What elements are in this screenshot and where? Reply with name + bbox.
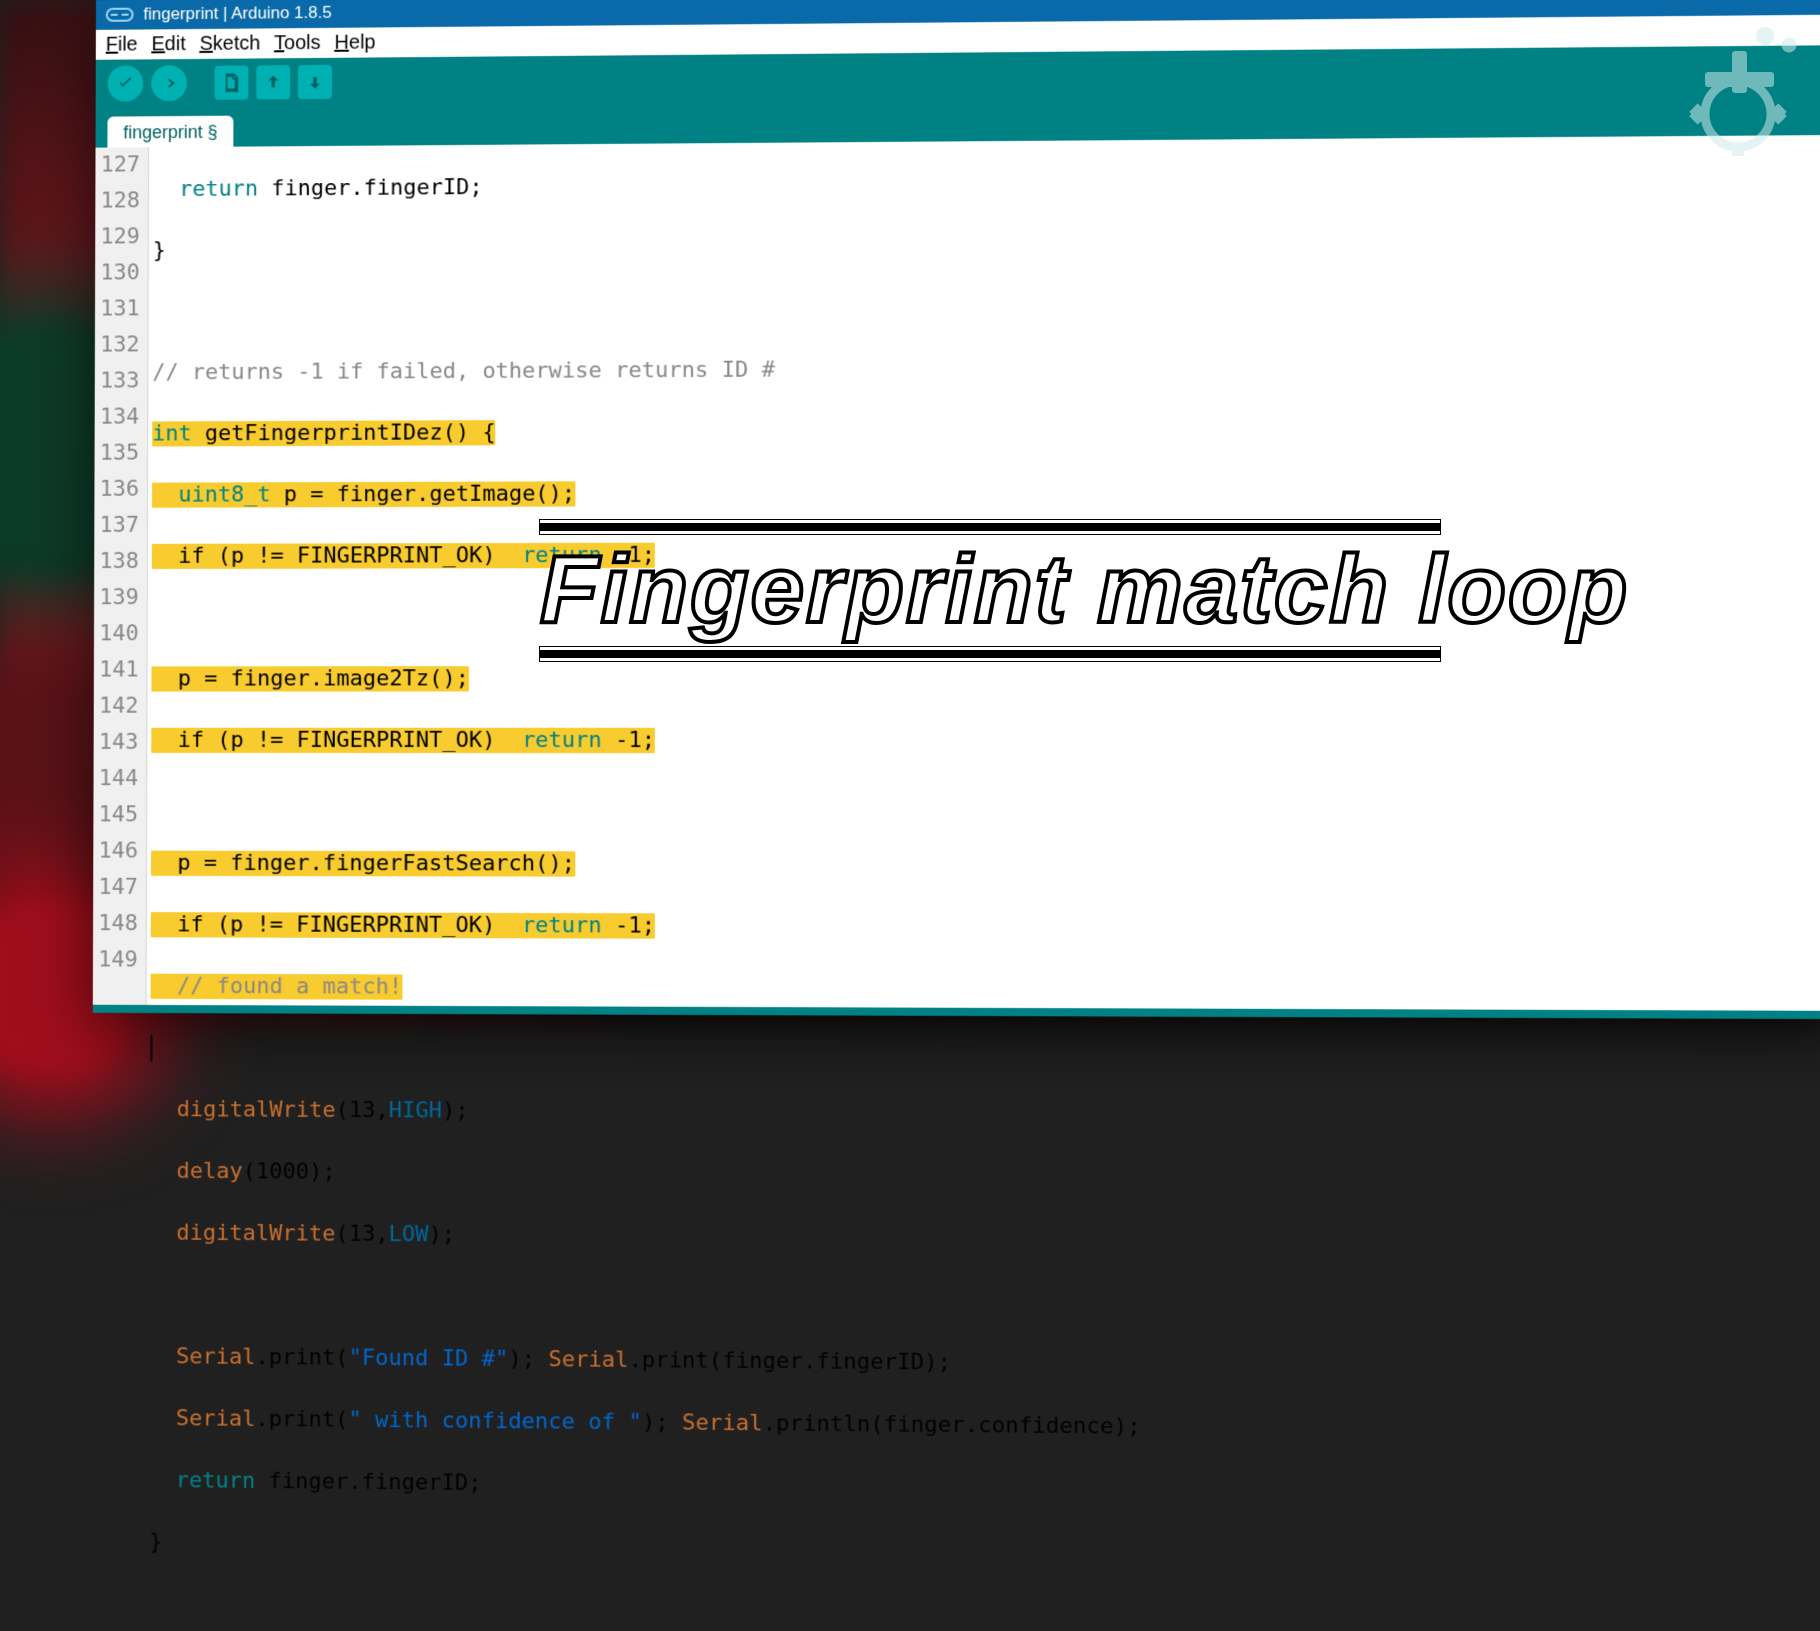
code-line: } [149,1524,1820,1578]
code-line: if (p != FINGERPRINT_OK) return -1; [152,535,1820,575]
tab-fingerprint[interactable]: fingerprint § [107,116,233,148]
code-line: digitalWrite(13,HIGH); [150,1092,1820,1137]
code-line: p = finger.fingerFastSearch(); [151,846,1820,886]
check-icon [115,73,135,93]
menu-file[interactable]: File [106,33,138,56]
code-line [152,285,1820,330]
menu-tools[interactable]: Tools [274,31,320,54]
open-sketch-button[interactable] [256,65,290,99]
code-line: p = finger.image2Tz(); [151,660,1820,698]
code-line: // found a match! [151,969,1820,1011]
arduino-logo-icon [106,8,134,22]
code-line [151,784,1820,822]
arrow-right-icon [159,73,179,93]
code-line: delay(1000); [150,1153,1820,1199]
text-cursor [150,1035,152,1061]
menu-sketch[interactable]: Sketch [200,32,261,55]
arrow-up-icon [263,72,283,92]
new-sketch-button[interactable] [215,66,249,100]
code-line: } [153,223,1820,269]
arduino-ide-window: fingerprint | Arduino 1.8.5 File Edit Sk… [93,0,1820,1019]
code-line: Serial.print("Found ID #"); Serial.print… [150,1339,1820,1389]
code-line: if (p != FINGERPRINT_OK) return -1; [151,723,1820,760]
code-line: Serial.print(" with confidence of "); Se… [149,1401,1820,1453]
code-line [150,1030,1820,1074]
arrow-down-icon [305,72,325,92]
code-line: uint8_t p = finger.getImage(); [152,472,1820,513]
menu-help[interactable]: Help [335,31,376,54]
code-area[interactable]: return finger.fingerID; } // returns -1 … [147,135,1820,1011]
upload-button[interactable] [151,65,187,101]
window-title: fingerprint | Arduino 1.8.5 [143,3,331,25]
code-line: return finger.fingerID; [153,160,1820,208]
file-icon [222,73,242,93]
save-sketch-button[interactable] [298,65,332,99]
code-line: // returns -1 if failed, otherwise retur… [152,347,1820,391]
verify-button[interactable] [108,65,144,101]
code-line: int getFingerprintIDez() { [152,410,1820,453]
code-line: digitalWrite(13,LOW); [150,1215,1820,1263]
code-line [152,597,1820,636]
code-editor[interactable]: 127 128 129 130 131 132 133 134 135 136 … [93,135,1820,1011]
code-line: return finger.fingerID; [149,1463,1820,1516]
code-line: if (p != FINGERPRINT_OK) return -1; [151,907,1820,948]
code-line [150,1277,1820,1326]
menu-edit[interactable]: Edit [151,33,185,56]
line-number-gutter: 127 128 129 130 131 132 133 134 135 136 … [93,147,149,1005]
